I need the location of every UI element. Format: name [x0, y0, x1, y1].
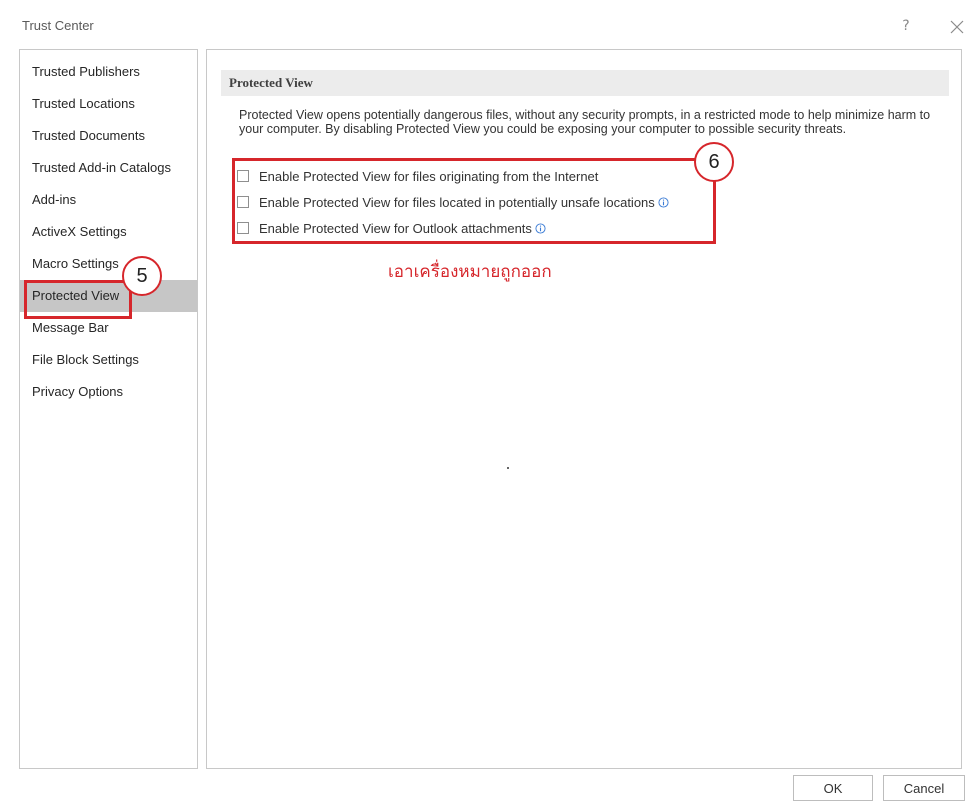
- info-icon[interactable]: [658, 196, 669, 208]
- annotation-step-6: 6: [694, 142, 734, 182]
- sidebar: Trusted Publishers Trusted Locations Tru…: [19, 49, 198, 769]
- title-bar: Trust Center ?: [0, 8, 972, 48]
- sidebar-item-macro-settings[interactable]: Macro Settings: [20, 248, 197, 280]
- cancel-button[interactable]: Cancel: [883, 775, 965, 801]
- close-icon: [950, 20, 964, 34]
- content-panel: Protected View Protected View opens pote…: [206, 49, 962, 769]
- info-icon[interactable]: [535, 222, 546, 234]
- option-label: Enable Protected View for files located …: [259, 194, 655, 210]
- sidebar-item-file-block-settings[interactable]: File Block Settings: [20, 344, 197, 376]
- sidebar-item-trusted-locations[interactable]: Trusted Locations: [20, 88, 197, 120]
- section-title: Protected View: [221, 70, 949, 96]
- option-internet-files[interactable]: Enable Protected View for files originat…: [237, 165, 598, 187]
- section-description: Protected View opens potentially dangero…: [239, 108, 931, 136]
- sidebar-item-trusted-publishers[interactable]: Trusted Publishers: [20, 56, 197, 88]
- stray-dot: [507, 467, 509, 469]
- option-label: Enable Protected View for files originat…: [259, 168, 599, 184]
- close-button[interactable]: [946, 16, 968, 38]
- sidebar-item-trusted-add-in-catalogs[interactable]: Trusted Add-in Catalogs: [20, 152, 197, 184]
- sidebar-item-activex-settings[interactable]: ActiveX Settings: [20, 216, 197, 248]
- help-button[interactable]: ?: [896, 16, 916, 36]
- checkbox-unsafe-locations[interactable]: [237, 196, 249, 208]
- checkbox-internet-files[interactable]: [237, 170, 249, 182]
- option-label: Enable Protected View for Outlook attach…: [259, 220, 532, 236]
- checkbox-outlook-attachments[interactable]: [237, 222, 249, 234]
- sidebar-item-add-ins[interactable]: Add-ins: [20, 184, 197, 216]
- annotation-step-5: 5: [122, 256, 162, 296]
- sidebar-item-protected-view[interactable]: Protected View: [20, 280, 197, 312]
- trust-center-dialog: Trust Center ? Trusted Publishers Truste…: [0, 0, 972, 804]
- option-unsafe-locations[interactable]: Enable Protected View for files located …: [237, 191, 669, 213]
- annotation-note: เอาเครื่องหมายถูกออก: [388, 262, 552, 282]
- ok-button[interactable]: OK: [793, 775, 873, 801]
- window-title: Trust Center: [22, 18, 94, 33]
- option-outlook-attachments[interactable]: Enable Protected View for Outlook attach…: [237, 217, 546, 239]
- sidebar-item-privacy-options[interactable]: Privacy Options: [20, 376, 197, 408]
- sidebar-item-message-bar[interactable]: Message Bar: [20, 312, 197, 344]
- sidebar-item-trusted-documents[interactable]: Trusted Documents: [20, 120, 197, 152]
